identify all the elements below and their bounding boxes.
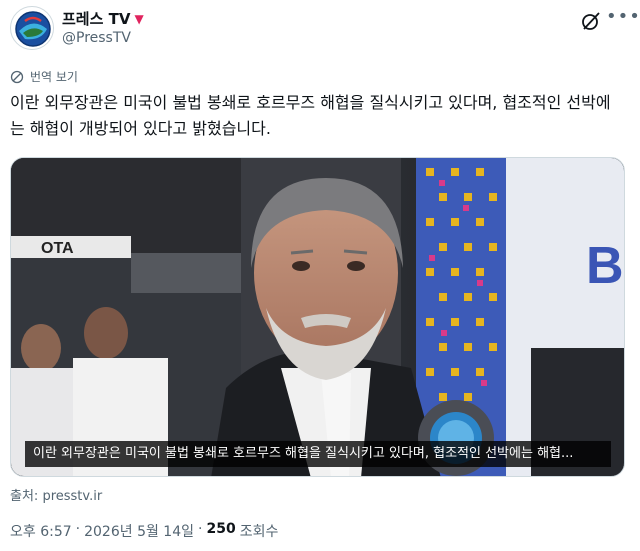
video-frame: OTA B [11, 158, 624, 476]
sign-text: OTA [41, 240, 74, 257]
tweet-meta: 오후 6:57 · 2026년 5월 14일 · 250 조회수 [10, 521, 278, 541]
tweet-header: 프레스 TV ▼ @PressTV ••• [10, 6, 640, 52]
translate-link[interactable]: 번역 보기 [10, 68, 78, 85]
more-icon[interactable]: ••• [606, 8, 640, 32]
tweet-text: 이란 외무장관은 미국이 불법 봉쇄로 호르무즈 해협을 질식시키고 있다며, … [10, 93, 611, 138]
globe-icon [10, 70, 24, 83]
meta-separator: · [198, 521, 203, 537]
verified-badge-icon: ▼ [134, 12, 144, 26]
tweet-time[interactable]: 오후 6:57 [10, 521, 72, 541]
account-handle[interactable]: @PressTV [62, 30, 131, 46]
tweet-date[interactable]: 2026년 5월 14일 [84, 521, 194, 541]
source-prefix: 출처: [10, 489, 43, 504]
video-subtitle: 이란 외무장관은 미국이 불법 봉쇄로 호르무즈 해협을 질식시키고 있다며, … [25, 441, 611, 467]
video-player[interactable]: OTA B 이란 외무장관은 미국이 불법 봉쇄로 호르무즈 해협을 질식시키고… [10, 157, 625, 477]
source-line: 출처: presstv.ir [10, 485, 102, 504]
view-count-label: 조회수 [239, 524, 279, 540]
avatar[interactable] [10, 6, 54, 50]
grok-icon[interactable] [580, 10, 602, 32]
presstv-logo-icon [13, 9, 53, 49]
banner-letter: B [586, 237, 624, 295]
view-count: 250 [206, 521, 236, 537]
source-link[interactable]: presstv.ir [42, 489, 102, 504]
display-name[interactable]: 프레스 TV [62, 8, 130, 29]
translate-label[interactable]: 번역 보기 [30, 68, 78, 85]
meta-separator: · [75, 521, 81, 537]
name-row: 프레스 TV ▼ [62, 8, 144, 29]
